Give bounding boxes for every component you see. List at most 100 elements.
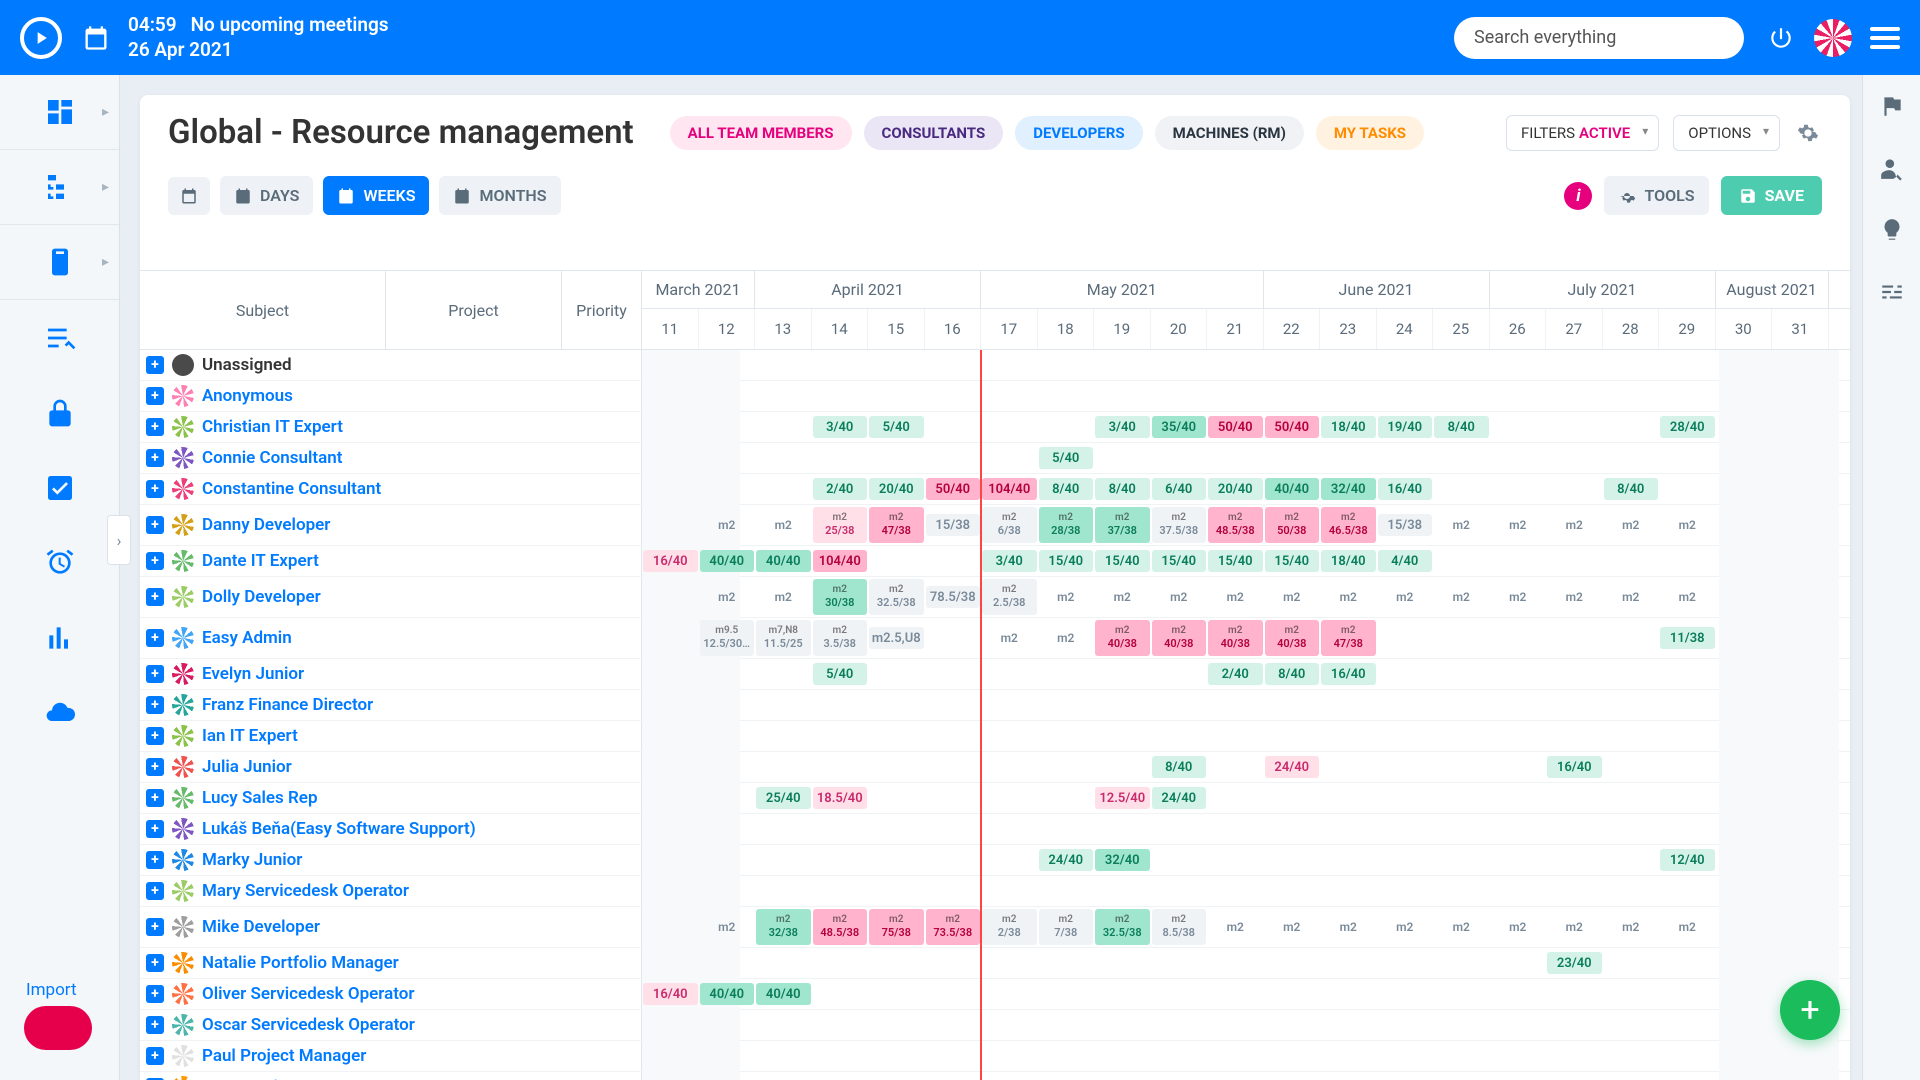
- allocation-cell[interactable]: 15/38: [1377, 505, 1434, 545]
- allocation-cell[interactable]: [699, 948, 756, 978]
- allocation-badge[interactable]: m240/38: [1265, 620, 1320, 656]
- user-name-link[interactable]: Oliver Servicedesk Operator: [202, 984, 414, 1004]
- allocation-cell[interactable]: m2: [1546, 907, 1603, 947]
- allocation-cell[interactable]: 23/40: [1546, 948, 1603, 978]
- allocation-cell[interactable]: [1659, 1041, 1716, 1071]
- allocation-badge[interactable]: 15/40: [1208, 550, 1263, 572]
- allocation-cell[interactable]: [642, 690, 699, 720]
- allocation-cell[interactable]: [1772, 907, 1829, 947]
- allocation-cell[interactable]: [1772, 752, 1829, 782]
- allocation-cell[interactable]: [1659, 474, 1716, 504]
- allocation-cell[interactable]: [1659, 1072, 1716, 1080]
- allocation-cell[interactable]: [1264, 814, 1321, 844]
- allocation-badge[interactable]: m27/38: [1039, 909, 1094, 945]
- allocation-badge[interactable]: m2: [1547, 586, 1602, 608]
- allocation-cell[interactable]: [812, 845, 869, 875]
- allocation-badge[interactable]: m2: [1434, 586, 1489, 608]
- allocation-cell[interactable]: [1207, 350, 1264, 380]
- allocation-cell[interactable]: [1377, 948, 1434, 978]
- allocation-cell[interactable]: [981, 845, 1038, 875]
- user-name-link[interactable]: Dante IT Expert: [202, 551, 319, 571]
- allocation-cell[interactable]: [981, 1010, 1038, 1040]
- allocation-cell[interactable]: m2: [1546, 577, 1603, 617]
- allocation-cell[interactable]: [1207, 814, 1264, 844]
- user-name-link[interactable]: Julia Junior: [202, 757, 292, 777]
- expand-icon[interactable]: +: [146, 696, 164, 714]
- allocation-cell[interactable]: [1490, 381, 1547, 411]
- period-picker-button[interactable]: [168, 177, 210, 215]
- allocation-cell[interactable]: m246.5/38: [1320, 505, 1377, 545]
- expand-icon[interactable]: +: [146, 1047, 164, 1065]
- allocation-cell[interactable]: [1433, 783, 1490, 813]
- allocation-cell[interactable]: m228/38: [1038, 505, 1095, 545]
- allocation-cell[interactable]: [1490, 412, 1547, 442]
- allocation-cell[interactable]: [1038, 876, 1095, 906]
- allocation-badge[interactable]: 24/40: [1152, 787, 1207, 809]
- allocation-cell[interactable]: m26/38: [981, 505, 1038, 545]
- allocation-cell[interactable]: m2: [1320, 907, 1377, 947]
- allocation-badge[interactable]: m232.5/38: [1095, 909, 1150, 945]
- expand-icon[interactable]: +: [146, 629, 164, 647]
- allocation-badge[interactable]: 16/40: [643, 550, 698, 572]
- allocation-badge[interactable]: m22/38: [982, 909, 1037, 945]
- allocation-cell[interactable]: [981, 979, 1038, 1009]
- allocation-cell[interactable]: [1320, 381, 1377, 411]
- allocation-cell[interactable]: m240/38: [1207, 618, 1264, 658]
- allocation-cell[interactable]: [981, 443, 1038, 473]
- allocation-badge[interactable]: 18.5/40: [813, 787, 868, 809]
- user-name-link[interactable]: Natalie Portfolio Manager: [202, 953, 399, 973]
- allocation-cell[interactable]: [1377, 350, 1434, 380]
- hamburger-menu-icon[interactable]: [1870, 22, 1900, 54]
- import-link[interactable]: Import: [26, 980, 77, 1000]
- user-name-link[interactable]: Unassigned: [202, 355, 292, 375]
- allocation-cell[interactable]: [868, 381, 925, 411]
- allocation-cell[interactable]: [1207, 1010, 1264, 1040]
- allocation-cell[interactable]: [925, 721, 982, 751]
- allocation-badge[interactable]: 18/40: [1321, 550, 1376, 572]
- allocation-cell[interactable]: [812, 1072, 869, 1080]
- allocation-badge[interactable]: m2: [756, 514, 811, 536]
- allocation-cell[interactable]: [755, 350, 812, 380]
- allocation-cell[interactable]: [755, 721, 812, 751]
- allocation-cell[interactable]: [1490, 783, 1547, 813]
- allocation-cell[interactable]: [1603, 618, 1660, 658]
- allocation-cell[interactable]: [981, 381, 1038, 411]
- allocation-cell[interactable]: [1377, 783, 1434, 813]
- allocation-cell[interactable]: [1320, 979, 1377, 1009]
- allocation-cell[interactable]: m237/38: [1094, 505, 1151, 545]
- allocation-cell[interactable]: [925, 618, 982, 658]
- allocation-cell[interactable]: 5/40: [868, 412, 925, 442]
- allocation-cell[interactable]: m2: [1490, 907, 1547, 947]
- allocation-cell[interactable]: m232.5/38: [1094, 907, 1151, 947]
- allocation-cell[interactable]: [1603, 546, 1660, 576]
- allocation-cell[interactable]: [1264, 721, 1321, 751]
- sidebar-alarm-icon[interactable]: [0, 525, 119, 600]
- allocation-cell[interactable]: [1094, 1072, 1151, 1080]
- allocation-badge[interactable]: m2: [1547, 916, 1602, 938]
- allocation-cell[interactable]: m2: [1659, 505, 1716, 545]
- allocation-badge[interactable]: 40/40: [1265, 478, 1320, 500]
- allocation-badge[interactable]: m225/38: [813, 507, 868, 543]
- allocation-cell[interactable]: m2: [1038, 618, 1095, 658]
- allocation-cell[interactable]: [755, 1010, 812, 1040]
- allocation-badge[interactable]: 104/40: [982, 478, 1037, 500]
- allocation-cell[interactable]: [755, 845, 812, 875]
- allocation-badge[interactable]: m2: [1152, 586, 1207, 608]
- allocation-cell[interactable]: m250/38: [1264, 505, 1321, 545]
- allocation-badge[interactable]: 104/40: [813, 550, 868, 572]
- allocation-cell[interactable]: [1716, 1072, 1773, 1080]
- allocation-cell[interactable]: [925, 845, 982, 875]
- allocation-cell[interactable]: m232/38: [755, 907, 812, 947]
- allocation-cell[interactable]: 11/38: [1659, 618, 1716, 658]
- allocation-cell[interactable]: m27/38: [1038, 907, 1095, 947]
- allocation-cell[interactable]: m2: [1546, 505, 1603, 545]
- allocation-cell[interactable]: 8/40: [1094, 474, 1151, 504]
- allocation-cell[interactable]: 16/40: [1320, 659, 1377, 689]
- allocation-cell[interactable]: [1490, 814, 1547, 844]
- allocation-cell[interactable]: 15/40: [1038, 546, 1095, 576]
- allocation-cell[interactable]: [1716, 381, 1773, 411]
- allocation-badge[interactable]: 40/40: [700, 983, 755, 1005]
- allocation-cell[interactable]: [1038, 690, 1095, 720]
- allocation-badge[interactable]: m2: [700, 514, 755, 536]
- allocation-cell[interactable]: [1377, 752, 1434, 782]
